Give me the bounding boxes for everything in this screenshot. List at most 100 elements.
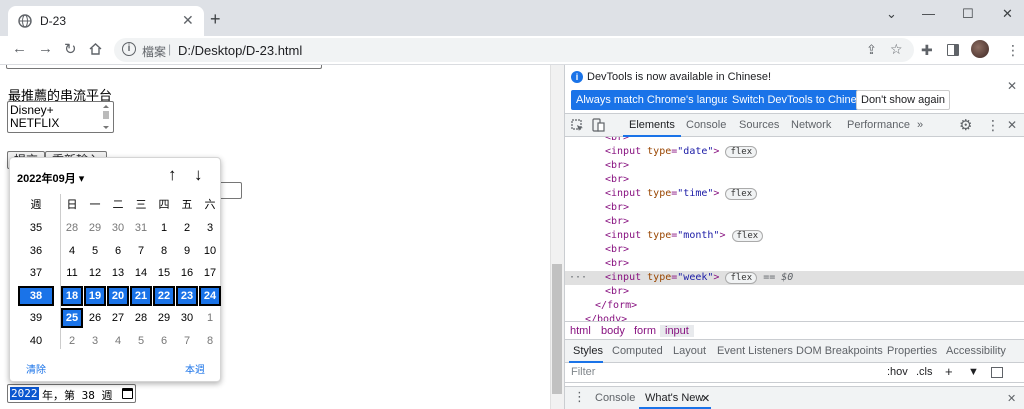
- breadcrumb-body[interactable]: body: [601, 325, 625, 337]
- calendar-day[interactable]: 29: [153, 308, 175, 328]
- devtools-menu-icon[interactable]: ⋮: [986, 117, 1000, 134]
- dom-node[interactable]: <input type="date"> flex: [565, 145, 1024, 159]
- calendar-day[interactable]: 6: [107, 241, 129, 261]
- calendar-day[interactable]: 17: [199, 263, 221, 283]
- breadcrumb-input[interactable]: input: [660, 325, 694, 337]
- calendar-day[interactable]: 8: [153, 241, 175, 261]
- more-tabs-icon[interactable]: »: [917, 119, 923, 131]
- calendar-week-row[interactable]: 40 2 3 4 5 6 7 8: [14, 330, 218, 352]
- tab-accessibility[interactable]: Accessibility: [946, 345, 1006, 357]
- calendar-week-row[interactable]: 39 25 26 27 28 29 30 1: [14, 307, 218, 329]
- calendar-day[interactable]: 3: [84, 331, 106, 351]
- calendar-day[interactable]: 2: [61, 331, 83, 351]
- calendar-day[interactable]: 30: [176, 308, 198, 328]
- tab-sources[interactable]: Sources: [739, 119, 779, 131]
- address-bar[interactable]: i 檔案 | D:/Desktop/D-23.html ⇪ ☆: [114, 38, 914, 62]
- select-scrollbar[interactable]: [100, 103, 112, 131]
- hov-toggle[interactable]: :hov: [887, 366, 908, 378]
- tab-dom-breakpoints[interactable]: DOM Breakpoints: [796, 345, 883, 357]
- calendar-week-row[interactable]: 36 4 5 6 7 8 9 10: [14, 240, 218, 262]
- week-number[interactable]: 39: [18, 308, 54, 328]
- select-option[interactable]: Disney+: [10, 103, 54, 117]
- calendar-day[interactable]: 2: [176, 218, 198, 238]
- next-month-icon[interactable]: ↓: [194, 165, 203, 185]
- calendar-day[interactable]: 28: [61, 218, 83, 238]
- calendar-day[interactable]: 10: [199, 241, 221, 261]
- new-tab-button[interactable]: +: [210, 9, 221, 30]
- tab-network[interactable]: Network: [791, 119, 831, 131]
- close-window-button[interactable]: ✕: [1002, 6, 1013, 22]
- calendar-day[interactable]: 6: [153, 331, 175, 351]
- tab-computed[interactable]: Computed: [612, 345, 663, 357]
- calendar-day[interactable]: 11: [61, 263, 83, 283]
- tab-console[interactable]: Console: [686, 119, 726, 131]
- tab-elements[interactable]: Elements: [629, 119, 675, 131]
- week-number[interactable]: 37: [18, 263, 54, 283]
- inspect-element-icon[interactable]: [571, 119, 584, 132]
- calendar-icon[interactable]: [122, 388, 133, 399]
- calendar-day[interactable]: 1: [199, 308, 221, 328]
- dom-node[interactable]: <br>: [565, 215, 1024, 229]
- close-infobar-icon[interactable]: ✕: [1007, 79, 1017, 93]
- calendar-day[interactable]: 5: [130, 331, 152, 351]
- dom-node[interactable]: <br>: [565, 173, 1024, 187]
- close-tab-icon[interactable]: ✕: [182, 12, 194, 29]
- calendar-day[interactable]: 19: [84, 285, 106, 306]
- side-panel-icon[interactable]: [947, 44, 959, 56]
- calendar-day[interactable]: 4: [61, 241, 83, 261]
- calendar-day[interactable]: 15: [153, 263, 175, 283]
- calendar-day[interactable]: 20: [107, 285, 129, 306]
- new-rule-icon[interactable]: +: [945, 364, 953, 379]
- tab-event-listeners[interactable]: Event Listeners: [717, 345, 793, 357]
- tab-styles[interactable]: Styles: [573, 345, 603, 357]
- close-devtools-icon[interactable]: ✕: [1007, 118, 1017, 132]
- calendar-day[interactable]: 16: [176, 263, 198, 283]
- dont-show-again-button[interactable]: Don't show again: [856, 90, 951, 110]
- paint-icon[interactable]: ▼: [968, 366, 979, 378]
- dom-node[interactable]: <br>: [565, 285, 1024, 299]
- reload-icon[interactable]: ↻: [64, 40, 77, 58]
- calendar-day[interactable]: 22: [153, 285, 175, 306]
- tab-properties[interactable]: Properties: [887, 345, 937, 357]
- stream-platform-select[interactable]: Disney+ NETFLIX: [7, 101, 114, 133]
- week-number[interactable]: 36: [18, 241, 54, 261]
- maximize-button[interactable]: ☐: [962, 6, 974, 22]
- calendar-day[interactable]: 23: [176, 285, 198, 306]
- calendar-week-row[interactable]: 37 11 12 13 14 15 16 17: [14, 262, 218, 284]
- dom-node[interactable]: <br>: [565, 201, 1024, 215]
- dom-node[interactable]: </form>: [565, 299, 1024, 313]
- calendar-day[interactable]: 18: [61, 285, 83, 306]
- cls-toggle[interactable]: .cls: [916, 366, 933, 378]
- switch-chinese-button[interactable]: Switch DevTools to Chinese: [727, 90, 874, 110]
- dom-node[interactable]: <input type="time"> flex: [565, 187, 1024, 201]
- previous-month-icon[interactable]: ↑: [168, 165, 177, 185]
- dom-node[interactable]: <br>: [565, 137, 1024, 145]
- tab-search-icon[interactable]: ⌄: [886, 6, 897, 22]
- this-week-button[interactable]: 本週: [185, 361, 205, 376]
- sidebar-toggle-icon[interactable]: [991, 367, 1003, 378]
- calendar-day[interactable]: 31: [130, 218, 152, 238]
- week-input-week[interactable]: 年，第 38 週: [42, 387, 113, 403]
- calendar-day[interactable]: 21: [130, 285, 152, 306]
- settings-gear-icon[interactable]: ⚙: [959, 116, 972, 134]
- extensions-icon[interactable]: ✚: [921, 42, 933, 59]
- selected-dom-node[interactable]: ··· <input type="week"> flex == $0: [565, 271, 1024, 285]
- back-icon[interactable]: ←: [12, 40, 27, 57]
- drawer-tab-whats-new[interactable]: What's New: [645, 392, 703, 404]
- calendar-day[interactable]: 24: [199, 285, 221, 306]
- calendar-week-row[interactable]: 35 28 29 30 31 1 2 3: [14, 217, 218, 239]
- calendar-day[interactable]: 3: [199, 218, 221, 238]
- week-input-year[interactable]: 2022: [10, 387, 39, 400]
- tab-performance[interactable]: Performance: [847, 119, 910, 131]
- filter-input[interactable]: Filter: [571, 366, 595, 378]
- browser-tab[interactable]: D-23 ✕: [8, 6, 204, 36]
- select-option[interactable]: NETFLIX: [10, 116, 59, 130]
- calendar-day[interactable]: 25: [61, 308, 83, 328]
- drawer-tab-console[interactable]: Console: [595, 392, 635, 404]
- calendar-day[interactable]: 14: [130, 263, 152, 283]
- month-year-selector[interactable]: 2022年09月 ▾: [17, 170, 84, 186]
- calendar-day[interactable]: 12: [84, 263, 106, 283]
- calendar-day[interactable]: 7: [176, 331, 198, 351]
- url-text[interactable]: D:/Desktop/D-23.html: [178, 43, 302, 58]
- calendar-day[interactable]: 27: [107, 308, 129, 328]
